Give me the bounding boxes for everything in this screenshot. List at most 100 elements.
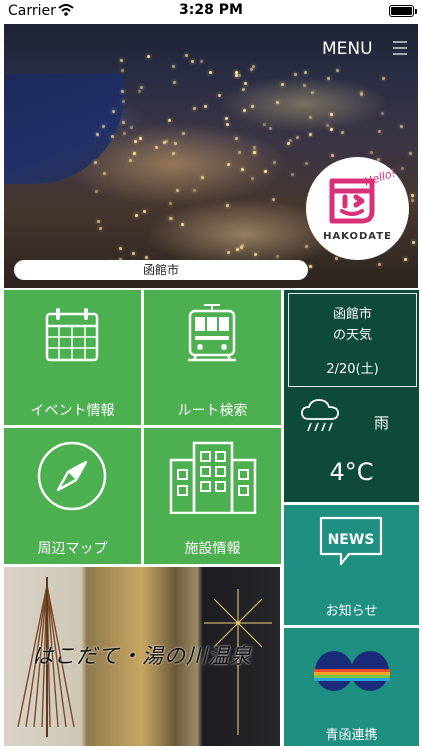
- city-light: [191, 60, 195, 64]
- city-light: [225, 116, 229, 120]
- hakodate-mascot-icon: [329, 178, 375, 224]
- city-light: [289, 138, 293, 142]
- city-light: [184, 54, 188, 57]
- city-light: [335, 257, 339, 261]
- city-light: [295, 135, 299, 139]
- city-light: [293, 72, 297, 76]
- city-light: [325, 124, 329, 128]
- city-light: [227, 163, 231, 167]
- city-light: [147, 54, 151, 58]
- city-light: [119, 247, 123, 251]
- city-light: [103, 172, 107, 176]
- city-light: [137, 90, 141, 94]
- city-light: [209, 70, 212, 74]
- logo-name: HAKODATE: [323, 231, 392, 242]
- city-light: [409, 152, 413, 156]
- city-light: [139, 137, 143, 141]
- city-light: [281, 83, 285, 86]
- city-light: [192, 107, 196, 111]
- rain-cloud-icon: [301, 399, 339, 432]
- city-light: [401, 167, 405, 171]
- city-light: [242, 109, 246, 113]
- night-view-sea: [4, 74, 124, 184]
- city-light: [130, 126, 134, 130]
- calendar-icon: [45, 308, 99, 362]
- city-light: [336, 68, 340, 72]
- city-light: [410, 193, 414, 197]
- city-light: [253, 151, 257, 155]
- route-search-tile[interactable]: ルート検索: [144, 290, 281, 425]
- city-light: [227, 250, 231, 254]
- city-light: [110, 135, 114, 139]
- city-light: [253, 253, 257, 257]
- city-light: [370, 151, 374, 155]
- city-light: [171, 65, 175, 69]
- news-tile[interactable]: NEWS お知らせ: [284, 505, 419, 625]
- city-light: [238, 73, 242, 77]
- city-light: [225, 203, 229, 207]
- city-light: [250, 177, 254, 181]
- city-light: [144, 256, 148, 260]
- city-light: [174, 142, 178, 146]
- city-light: [167, 119, 171, 123]
- events-label: イベント情報: [30, 403, 115, 419]
- city-light: [122, 131, 126, 135]
- city-light: [172, 151, 176, 155]
- city-light: [234, 136, 238, 140]
- city-light: [201, 176, 205, 180]
- weather-header-box: 函館市 の天気 2/20(土): [288, 293, 417, 387]
- city-light: [199, 60, 203, 64]
- city-light: [310, 91, 314, 95]
- city-light: [264, 170, 268, 174]
- city-light: [120, 58, 124, 62]
- city-light: [412, 240, 416, 244]
- city-light: [410, 198, 414, 202]
- facilities-tile[interactable]: 施設情報: [144, 428, 281, 564]
- seikan-tile[interactable]: 青函連携: [284, 628, 419, 746]
- city-light: [96, 220, 100, 224]
- map-tile[interactable]: 周辺マップ: [4, 428, 141, 564]
- menu-label: MENU: [322, 39, 373, 59]
- city-light: [242, 88, 246, 92]
- news-badge-text: NEWS: [327, 532, 375, 548]
- city-light: [182, 131, 186, 135]
- city-light: [134, 214, 138, 218]
- city-light: [226, 122, 229, 126]
- city-light: [403, 257, 407, 261]
- city-light: [244, 81, 248, 85]
- city-light: [262, 123, 266, 127]
- city-light: [234, 70, 238, 74]
- city-light: [154, 146, 158, 150]
- city-light: [168, 216, 172, 220]
- facilities-label: 施設情報: [184, 541, 241, 557]
- city-light: [276, 101, 280, 105]
- events-tile[interactable]: イベント情報: [4, 290, 141, 425]
- city-light: [165, 139, 169, 143]
- city-light: [341, 131, 345, 135]
- weather-tile[interactable]: 函館市 の天気 2/20(土) 雨 4°C: [284, 290, 419, 502]
- city-light: [241, 167, 245, 171]
- weather-date: 2/20(土): [326, 362, 379, 377]
- menu-button[interactable]: MENU: [314, 36, 414, 60]
- weather-condition: 雨: [374, 414, 390, 432]
- city-light: [251, 104, 255, 108]
- hero-banner: MENU Hello! HAKODATE 函館市: [4, 24, 418, 288]
- hakodate-logo: Hello! HAKODATE: [306, 157, 409, 260]
- city-light: [235, 73, 239, 77]
- city-light: [380, 112, 384, 116]
- weather-title: の天気: [332, 328, 372, 343]
- city-light: [290, 172, 294, 176]
- yunokawa-onsen-banner[interactable]: はこだて・湯の川温泉: [4, 567, 280, 746]
- compass-icon: [37, 441, 107, 511]
- seikan-logo-icon: [314, 651, 390, 691]
- city-light: [359, 93, 363, 97]
- city-light: [140, 86, 144, 90]
- city-light: [382, 77, 386, 81]
- city-light: [133, 139, 137, 143]
- city-name-bar[interactable]: 函館市: [14, 260, 308, 280]
- city-light: [308, 265, 312, 269]
- city-light: [172, 80, 176, 84]
- city-light: [218, 94, 222, 98]
- building-icon: [169, 441, 257, 514]
- city-light: [180, 222, 184, 226]
